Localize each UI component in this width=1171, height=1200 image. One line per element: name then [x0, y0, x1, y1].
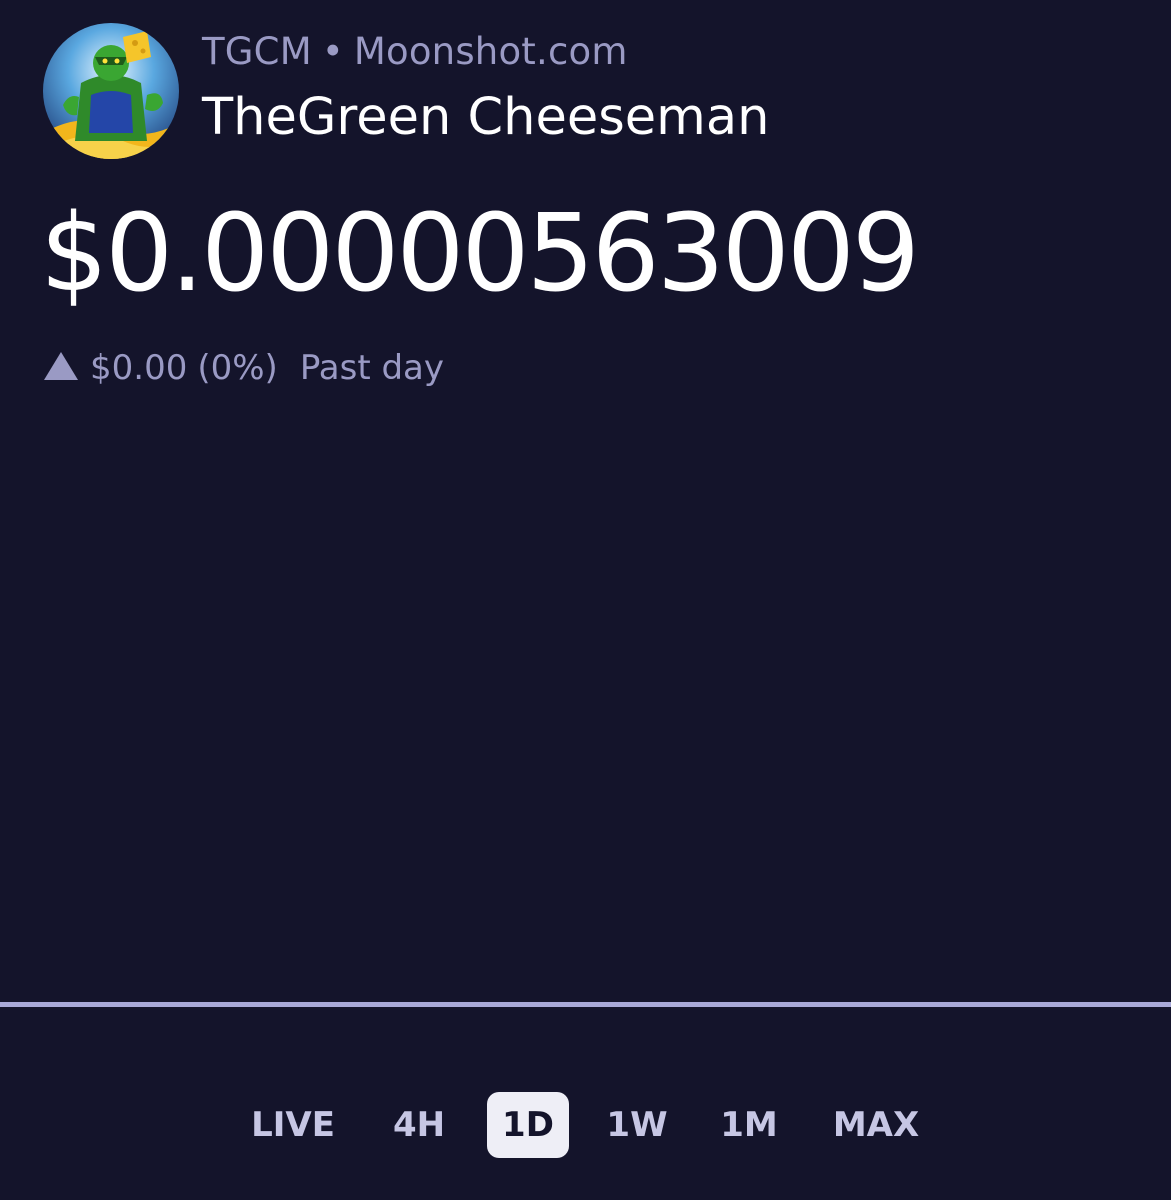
- token-source-link[interactable]: Moonshot.com: [354, 30, 628, 73]
- separator-dot: •: [321, 30, 344, 73]
- range-4h-button[interactable]: 4H: [380, 1092, 458, 1158]
- range-max-button[interactable]: MAX: [822, 1092, 930, 1158]
- time-range-selector: LIVE 4H 1D 1W 1M MAX: [0, 1092, 1171, 1158]
- token-source-line: TGCM • Moonshot.com: [202, 30, 628, 73]
- triangle-up-icon: [44, 352, 78, 380]
- current-price: $0.00000563009: [40, 192, 920, 316]
- token-ticker: TGCM: [202, 30, 312, 73]
- token-avatar: [43, 23, 179, 159]
- change-amount: $0.00: [90, 348, 188, 388]
- range-live-button[interactable]: LIVE: [244, 1092, 342, 1158]
- change-period: Past day: [299, 348, 445, 388]
- range-1w-button[interactable]: 1W: [600, 1092, 674, 1158]
- token-name: TheGreen Cheeseman: [202, 88, 770, 147]
- change-percent: (0%): [197, 348, 278, 388]
- chart-price-line: [0, 1002, 1171, 1007]
- range-1d-button[interactable]: 1D: [487, 1092, 569, 1158]
- price-change: $0.00 (0%) Past day: [44, 348, 444, 388]
- range-1m-button[interactable]: 1M: [714, 1092, 784, 1158]
- price-chart[interactable]: [0, 410, 1171, 1010]
